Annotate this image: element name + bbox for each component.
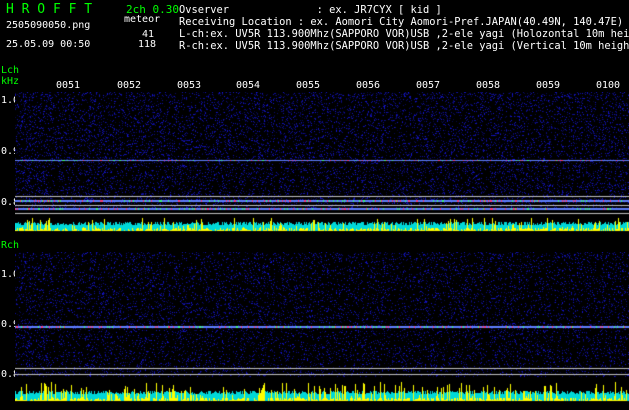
rch-meteor-count: 118	[137, 39, 156, 50]
time-tick-0055: 0055	[296, 80, 321, 91]
lch-label: Lch	[1, 65, 20, 76]
filename-label: 2505090050.png	[6, 20, 91, 31]
time-tick-0052: 0052	[117, 80, 142, 91]
time-tick-0054: 0054	[236, 80, 261, 91]
time-tick-0051: 0051	[56, 80, 81, 91]
rch-label: Rch	[1, 240, 20, 251]
location-info: Receiving Location : ex. Aomori City Aom…	[179, 16, 624, 28]
rch-spectrogram	[15, 252, 629, 402]
time-tick-0100: 0100	[596, 80, 621, 91]
datetime-label: 25.05.09 00:50	[6, 39, 91, 50]
time-tick-0058: 0058	[476, 80, 501, 91]
time-tick-0057: 0057	[416, 80, 441, 91]
time-tick-0059: 0059	[536, 80, 561, 91]
lch-receiver-info: L-ch:ex. UV5R 113.900Mhz(SAPPORO VOR)USB…	[179, 28, 629, 40]
lch-unit-label: kHz	[1, 76, 20, 87]
time-tick-0056: 0056	[356, 80, 381, 91]
meteor-label: meteor	[124, 14, 161, 25]
lch-spectrogram	[15, 92, 629, 232]
observer-info: Ovserver : ex. JR7CYX [ kid ]	[179, 4, 442, 16]
time-tick-0053: 0053	[177, 80, 202, 91]
rch-receiver-info: R-ch:ex. UV5R 113.900Mhz(SAPPORO VOR)USB…	[179, 40, 629, 52]
app-logo: H R O F F T	[6, 2, 93, 17]
